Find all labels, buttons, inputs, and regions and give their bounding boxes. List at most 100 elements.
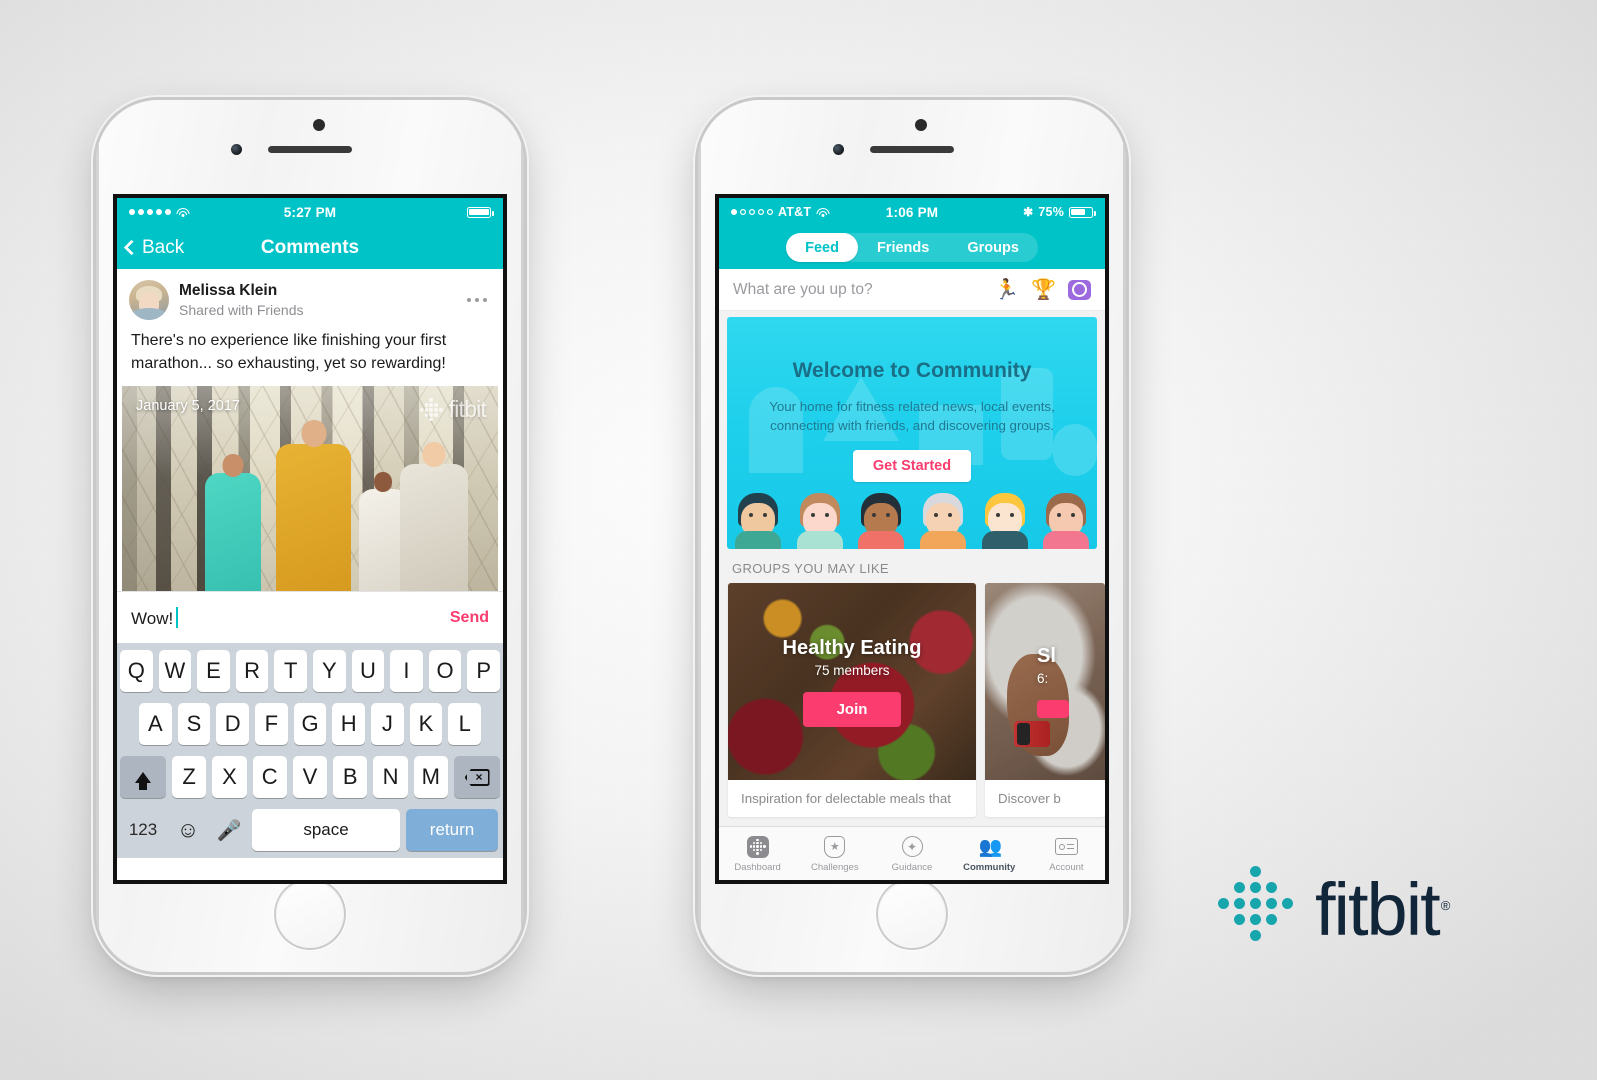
phone-device-right: AT&T 1:06 PM ✱ 75% Feed Friends Groups W… <box>698 100 1126 972</box>
key-n[interactable]: N <box>373 756 408 799</box>
chevron-left-icon <box>123 239 140 256</box>
key-m[interactable]: M <box>413 756 448 799</box>
composer-bar[interactable]: What are you up to? 🏃 🏆 <box>719 269 1105 311</box>
groups-section-title: GROUPS YOU MAY LIKE <box>732 561 889 576</box>
key-b[interactable]: B <box>333 756 368 799</box>
tab-dashboard[interactable]: Dashboard <box>719 827 796 880</box>
runner-1 <box>204 453 262 592</box>
tab-label: Account <box>1049 861 1084 873</box>
join-button[interactable] <box>1037 700 1069 718</box>
camera-icon[interactable] <box>1068 279 1091 300</box>
tab-label: Challenges <box>811 861 859 873</box>
tab-groups[interactable]: Groups <box>948 233 1038 262</box>
groups-carousel[interactable]: Healthy Eating 75 members Join Inspirati… <box>719 583 1105 817</box>
runner-head <box>422 442 446 468</box>
join-button[interactable]: Join <box>802 691 902 727</box>
segmented-header: Feed Friends Groups <box>719 226 1105 269</box>
key-f[interactable]: F <box>255 703 288 746</box>
key-p[interactable]: P <box>467 650 500 693</box>
tab-account[interactable]: Account <box>1028 827 1105 880</box>
trophy-icon[interactable]: 🏆 <box>1031 280 1056 300</box>
runner-icon[interactable]: 🏃 <box>994 280 1019 300</box>
runner-head <box>374 471 393 492</box>
avatar[interactable] <box>129 280 169 320</box>
proximity-sensor <box>313 119 325 131</box>
runner-head <box>301 419 327 447</box>
key-x[interactable]: X <box>212 756 247 799</box>
home-button[interactable] <box>274 878 346 950</box>
group-card-healthy-eating[interactable]: Healthy Eating 75 members Join Inspirati… <box>728 583 976 817</box>
send-button[interactable]: Send <box>450 609 489 627</box>
key-l[interactable]: L <box>448 703 482 746</box>
avatar-person-3 <box>850 491 912 549</box>
key-o[interactable]: O <box>428 650 462 693</box>
photo-watermark: fitbit <box>419 396 487 423</box>
return-key[interactable]: return <box>406 809 498 852</box>
post-audience: Shared with Friends <box>179 301 304 318</box>
key-k[interactable]: K <box>409 703 443 746</box>
tab-friends[interactable]: Friends <box>858 233 948 262</box>
key-s[interactable]: S <box>177 703 211 746</box>
signal-strength-icon <box>129 209 171 215</box>
tab-community[interactable]: 👥 Community <box>951 827 1028 880</box>
bluetooth-icon: ✱ <box>1023 205 1034 219</box>
comment-input[interactable]: Wow! <box>131 606 179 629</box>
avatar-person-2 <box>789 491 851 549</box>
key-w[interactable]: W <box>158 650 192 693</box>
tab-feed[interactable]: Feed <box>786 233 858 262</box>
key-r[interactable]: R <box>235 650 269 693</box>
mic-key[interactable]: 🎤 <box>212 809 246 851</box>
registered-mark: ® <box>1440 897 1450 913</box>
key-d[interactable]: D <box>216 703 249 746</box>
key-c[interactable]: C <box>252 756 287 799</box>
runner-2 <box>276 419 352 592</box>
group-name: Healthy Eating <box>782 636 922 659</box>
home-button[interactable] <box>876 878 948 950</box>
post: Melissa Klein Shared with Friends There'… <box>117 269 503 644</box>
keyboard-row-3: ZXCVBNM × <box>120 756 500 799</box>
emoji-key[interactable]: ☺ <box>170 809 206 851</box>
group-card-sleep[interactable]: Sl 6: Discover b <box>985 583 1105 817</box>
key-z[interactable]: Z <box>172 756 207 799</box>
trophy-star-icon: ★ <box>824 835 846 859</box>
delete-key[interactable]: × <box>454 756 500 799</box>
screen-right: AT&T 1:06 PM ✱ 75% Feed Friends Groups W… <box>719 198 1105 880</box>
fitbit-wordmark: fitbit ® <box>1315 873 1450 947</box>
key-v[interactable]: V <box>292 756 328 799</box>
key-t[interactable]: T <box>274 650 307 693</box>
key-a[interactable]: A <box>138 703 172 746</box>
battery-icon <box>467 206 495 218</box>
signal-strength-icon <box>731 209 773 215</box>
key-u[interactable]: U <box>351 650 385 693</box>
feed-scroll-area[interactable]: Welcome to Community Your home for fitne… <box>719 311 1105 826</box>
welcome-title: Welcome to Community <box>792 359 1032 382</box>
wifi-icon <box>176 207 189 218</box>
tab-guidance[interactable]: ✦ Guidance <box>873 827 950 880</box>
bottom-tab-bar: Dashboard ★ Challenges ✦ Guidance 👥 Comm… <box>719 826 1105 880</box>
front-camera <box>231 144 242 155</box>
battery-icon <box>1069 206 1097 218</box>
back-button[interactable]: Back <box>117 237 184 259</box>
key-y[interactable]: Y <box>313 650 346 693</box>
tab-challenges[interactable]: ★ Challenges <box>796 827 873 880</box>
status-bar-right: AT&T 1:06 PM ✱ 75% <box>719 198 1105 226</box>
space-key[interactable]: space <box>252 809 400 852</box>
post-body: There's no experience like finishing you… <box>131 332 447 372</box>
key-g[interactable]: G <box>293 703 327 746</box>
key-h[interactable]: H <box>332 703 366 746</box>
runner-4 <box>400 442 468 592</box>
get-started-button[interactable]: Get Started <box>852 449 972 482</box>
key-i[interactable]: I <box>390 650 423 693</box>
status-time: 5:27 PM <box>283 204 337 220</box>
post-more-options-button[interactable] <box>466 297 492 303</box>
onscreen-keyboard: QWERTYUIOP ASDFGHJKL ZXCVBNM × 123 ☺ 🎤 s… <box>117 643 503 859</box>
key-e[interactable]: E <box>197 650 230 693</box>
nav-bar: Back Comments <box>117 226 503 269</box>
key-q[interactable]: Q <box>120 650 153 693</box>
post-author: Melissa Klein <box>179 282 278 300</box>
photo-date: January 5, 2017 <box>136 398 240 415</box>
numbers-key[interactable]: 123 <box>122 809 164 851</box>
shift-key[interactable] <box>120 756 166 799</box>
key-j[interactable]: J <box>371 703 404 746</box>
post-photo[interactable]: January 5, 2017 fitbit <box>122 386 498 592</box>
